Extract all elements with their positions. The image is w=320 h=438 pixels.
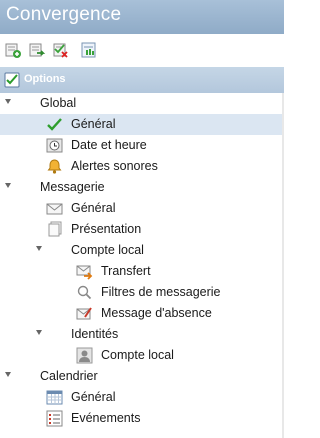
tree-node-label: Global — [40, 96, 77, 110]
tree-node-calendrier[interactable]: Calendrier — [0, 366, 284, 387]
tree-item-label: Compte local — [101, 348, 174, 362]
tree-item-label: Général — [71, 117, 116, 131]
document-icon — [46, 221, 63, 238]
scrollbar-track[interactable] — [282, 93, 284, 438]
tree-node-global[interactable]: Global — [0, 93, 284, 114]
tree-item-label: Présentation — [71, 222, 142, 236]
away-message-icon — [76, 305, 93, 322]
app-header: Convergence — [0, 0, 284, 34]
options-checkbox-icon — [4, 72, 20, 88]
tree-item-label: Alertes sonores — [71, 159, 158, 173]
tree-node-messagerie[interactable]: Messagerie — [0, 177, 284, 198]
tree-node-identites[interactable]: Identités — [0, 324, 284, 345]
add-item-icon[interactable] — [4, 41, 22, 59]
tree-item-label: Général — [71, 201, 116, 215]
expand-arrow-icon[interactable] — [5, 183, 11, 188]
tree-item-messagerie-general[interactable]: Général — [0, 198, 284, 219]
checkmark-icon — [46, 116, 63, 133]
tree-node-label: Identités — [71, 327, 119, 341]
options-section-header[interactable]: Options — [0, 67, 284, 93]
tree-item-presentation[interactable]: Présentation — [0, 219, 284, 240]
tree-item-label: Filtres de messagerie — [101, 285, 221, 299]
options-tree: Global Général Date et heure Alertes son… — [0, 93, 284, 438]
expand-arrow-icon[interactable] — [5, 99, 11, 104]
tree-item-label: Transfert — [101, 264, 151, 278]
expand-arrow-icon[interactable] — [36, 330, 42, 335]
magnifier-icon — [76, 284, 93, 301]
clock-icon — [46, 137, 63, 154]
forward-mail-icon — [76, 263, 93, 280]
bell-icon — [46, 158, 63, 175]
tree-item-label: Date et heure — [71, 138, 147, 152]
tree-item-label: Général — [71, 390, 116, 404]
tree-item-events[interactable]: Evénements — [0, 408, 284, 429]
user-card-icon — [76, 347, 93, 364]
tree-item-label: Evénements — [71, 411, 141, 425]
expand-arrow-icon[interactable] — [5, 372, 11, 377]
tree-item-away-message[interactable]: Message d'absence — [0, 303, 284, 324]
properties-icon[interactable] — [80, 41, 98, 59]
tree-item-date-time[interactable]: Date et heure — [0, 135, 284, 156]
options-toolbar — [0, 34, 284, 67]
tree-item-identity-local-account[interactable]: Compte local — [0, 345, 284, 366]
tree-item-global-general[interactable]: Général — [0, 114, 284, 135]
tree-item-calendrier-general[interactable]: Général — [0, 387, 284, 408]
tree-item-mail-filters[interactable]: Filtres de messagerie — [0, 282, 284, 303]
envelope-icon — [46, 200, 63, 217]
options-label: Options — [24, 73, 66, 85]
event-list-icon — [46, 410, 63, 427]
app-title: Convergence — [6, 4, 122, 25]
tree-item-transfert[interactable]: Transfert — [0, 261, 284, 282]
move-item-icon[interactable] — [28, 41, 46, 59]
tree-item-sound-alerts[interactable]: Alertes sonores — [0, 156, 284, 177]
tree-node-label: Messagerie — [40, 180, 105, 194]
expand-arrow-icon[interactable] — [36, 246, 42, 251]
tree-node-label: Calendrier — [40, 369, 98, 383]
tree-node-label: Compte local — [71, 243, 144, 257]
tree-item-label: Message d'absence — [101, 306, 212, 320]
tree-node-compte-local[interactable]: Compte local — [0, 240, 284, 261]
delete-item-icon[interactable] — [52, 41, 70, 59]
calendar-icon — [46, 389, 63, 406]
